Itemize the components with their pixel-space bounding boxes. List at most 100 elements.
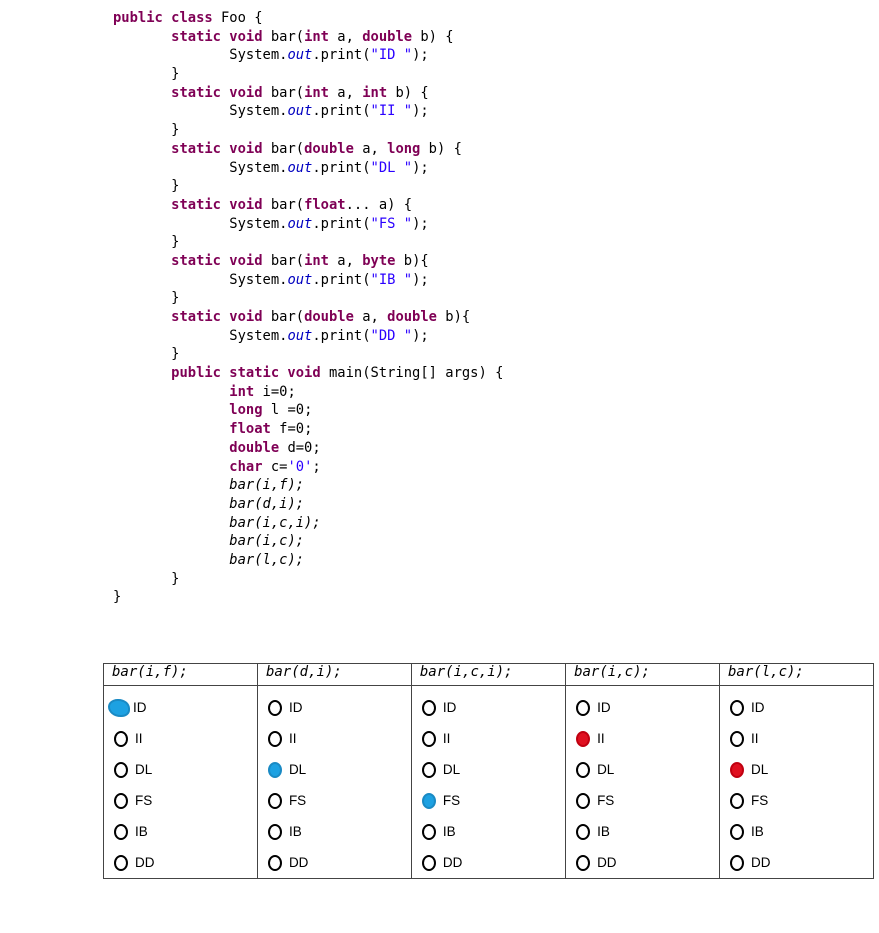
code-token: double — [387, 309, 437, 325]
selected-mark-icon[interactable] — [730, 761, 744, 778]
selected-mark-icon[interactable] — [576, 730, 591, 747]
radio-circle-icon[interactable] — [730, 792, 744, 809]
selected-mark-icon[interactable] — [421, 792, 436, 809]
selected-mark-icon[interactable] — [108, 698, 130, 717]
radio-circle-icon[interactable] — [576, 699, 591, 716]
code-token: bar(i,c); — [229, 533, 305, 550]
answer-option[interactable]: ID — [412, 692, 565, 723]
answer-option[interactable]: FS — [258, 785, 411, 816]
answer-option[interactable]: DL — [258, 754, 411, 785]
code-token: f=0; — [270, 421, 313, 438]
code-token: System. — [113, 103, 288, 120]
answer-option[interactable]: ID — [258, 692, 411, 723]
answer-option[interactable]: DD — [258, 847, 411, 878]
radio-circle-icon[interactable] — [267, 854, 282, 871]
answer-option[interactable]: IB — [104, 816, 257, 847]
answer-option[interactable]: IB — [566, 816, 719, 847]
answer-option[interactable]: II — [258, 723, 411, 754]
answer-option[interactable]: IB — [258, 816, 411, 847]
answer-option[interactable]: DD — [720, 847, 873, 878]
answer-option[interactable]: FS — [104, 785, 257, 816]
answer-option[interactable]: IB — [412, 816, 565, 847]
answer-option[interactable]: DL — [104, 754, 257, 785]
radio-circle-icon[interactable] — [114, 792, 128, 809]
code-line: System.out.print("DD "); — [113, 327, 503, 346]
radio-circle-icon[interactable] — [114, 823, 128, 840]
code-token: bar( — [270, 252, 305, 269]
code-token: System. — [113, 159, 288, 176]
code-token: System. — [113, 47, 288, 64]
answer-option[interactable]: DL — [412, 754, 565, 785]
answer-cell: ID II DL FS IB DD — [256, 685, 412, 879]
code-token: System. — [113, 215, 288, 232]
code-token: out — [287, 159, 313, 176]
code-line: } — [113, 570, 503, 589]
selected-mark-icon[interactable] — [267, 761, 282, 778]
code-token: int — [304, 84, 329, 101]
code-token: bar( — [270, 140, 305, 157]
code-token: a, — [328, 252, 363, 269]
radio-circle-icon[interactable] — [421, 699, 436, 716]
answer-option-label: ID — [133, 700, 147, 715]
code-token: .print( — [312, 159, 371, 176]
radio-circle-icon[interactable] — [576, 823, 591, 840]
answer-option[interactable]: ID — [104, 692, 257, 723]
code-token: "DL " — [370, 159, 413, 176]
answer-option[interactable]: IB — [720, 816, 873, 847]
radio-circle-icon[interactable] — [730, 823, 744, 840]
code-token: '0' — [287, 458, 313, 475]
code-token: .print( — [312, 215, 371, 232]
answer-option[interactable]: DL — [566, 754, 719, 785]
radio-circle-icon[interactable] — [267, 699, 282, 716]
answer-option-label: II — [288, 731, 297, 746]
answer-cell: ID II DL FS IB DD — [719, 685, 874, 879]
radio-circle-icon[interactable] — [730, 699, 744, 716]
column-header: bar(i,f); — [103, 663, 258, 686]
answer-option[interactable]: FS — [720, 785, 873, 816]
code-line: } — [113, 65, 503, 84]
radio-circle-icon[interactable] — [421, 761, 436, 778]
answer-option-label: ID — [597, 700, 611, 715]
code-line: static void bar(double a, long b) { — [113, 140, 503, 159]
code-line: char c='0'; — [113, 458, 503, 477]
answer-option[interactable]: II — [720, 723, 873, 754]
answer-option[interactable]: DD — [104, 847, 257, 878]
radio-circle-icon[interactable] — [576, 792, 591, 809]
radio-circle-icon[interactable] — [114, 854, 128, 871]
answer-option-label: IB — [288, 824, 302, 839]
code-token: out — [287, 103, 313, 120]
radio-circle-icon[interactable] — [267, 730, 282, 747]
radio-circle-icon[interactable] — [576, 854, 591, 871]
radio-circle-icon[interactable] — [267, 792, 282, 809]
code-token: "II " — [370, 103, 413, 120]
answer-option[interactable]: ID — [566, 692, 719, 723]
answer-option[interactable]: DD — [566, 847, 719, 878]
radio-circle-icon[interactable] — [730, 730, 744, 747]
answer-option[interactable]: II — [566, 723, 719, 754]
radio-circle-icon[interactable] — [421, 854, 436, 871]
code-token: static void — [113, 140, 271, 157]
radio-circle-icon[interactable] — [421, 823, 436, 840]
radio-circle-icon[interactable] — [267, 823, 282, 840]
code-token: static void — [113, 309, 271, 325]
answer-option[interactable]: II — [412, 723, 565, 754]
answer-option[interactable]: DD — [412, 847, 565, 878]
answer-option[interactable]: ID — [720, 692, 873, 723]
radio-circle-icon[interactable] — [114, 730, 128, 747]
radio-circle-icon[interactable] — [114, 761, 128, 778]
code-line: bar(l,c); — [113, 551, 503, 570]
radio-circle-icon[interactable] — [421, 730, 436, 747]
answer-option[interactable]: FS — [566, 785, 719, 816]
code-token: d=0; — [279, 439, 321, 456]
answer-option-label: DD — [288, 855, 309, 870]
radio-circle-icon[interactable] — [730, 854, 744, 871]
answer-option-label: DL — [135, 762, 153, 777]
answer-option-label: DL — [442, 762, 461, 777]
answer-option[interactable]: FS — [412, 785, 565, 816]
answer-option[interactable]: II — [104, 723, 257, 754]
answer-option[interactable]: DL — [720, 754, 873, 785]
radio-circle-icon[interactable] — [576, 761, 591, 778]
